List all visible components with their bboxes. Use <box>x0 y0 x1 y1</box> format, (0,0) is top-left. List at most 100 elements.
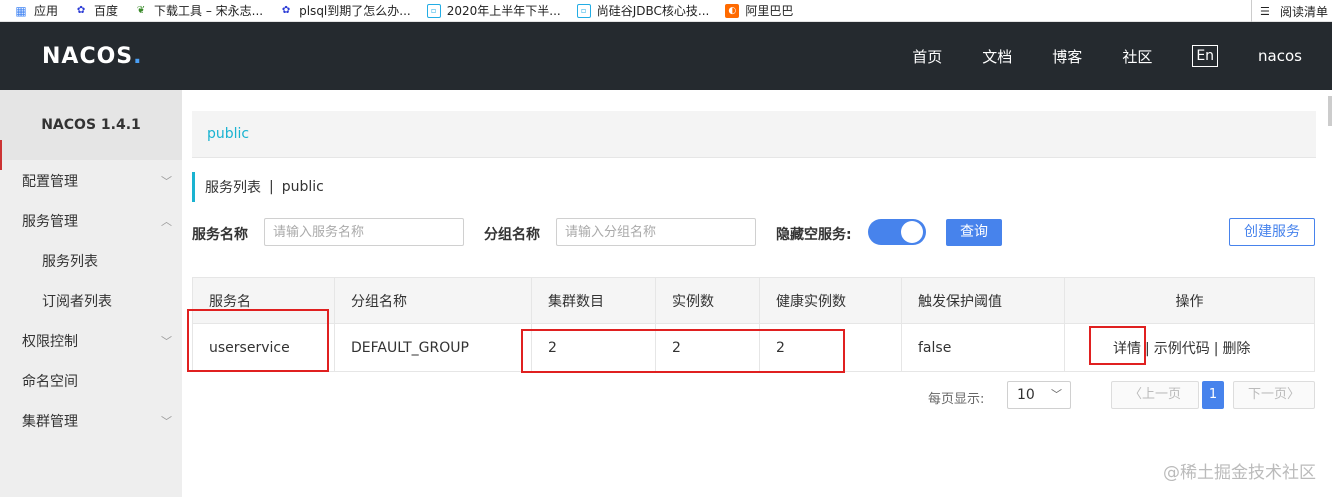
chevron-right-icon: 〉 <box>1287 387 1301 402</box>
reading-list[interactable]: ☰ 阅读清单 <box>1250 0 1328 22</box>
page-size-value: 10 <box>1017 387 1035 403</box>
query-button[interactable]: 查询 <box>946 219 1002 246</box>
main-content: public 服务列表 | public 服务名称 分组名称 隐藏空服务: 查询… <box>192 90 1316 497</box>
bookmark-jdbc[interactable]: ▫ 尚硅谷JDBC核心技... <box>576 2 710 19</box>
create-service-button[interactable]: 创建服务 <box>1229 218 1315 246</box>
hide-empty-label: 隐藏空服务: <box>776 227 852 243</box>
next-page-button[interactable]: 下一页〉 <box>1233 381 1315 409</box>
sidebar-item-label: 配置管理 <box>22 174 78 190</box>
cell-protect-threshold: false <box>901 323 1065 372</box>
sidebar-item-service[interactable]: 服务管理 ︿ <box>0 202 182 242</box>
sidebar-item-label: 服务管理 <box>22 214 78 230</box>
sidebar-item-auth[interactable]: 权限控制 ﹀ <box>0 322 182 362</box>
table-header-row: 服务名 分组名称 集群数目 实例数 健康实例数 触发保护阈值 操作 <box>192 277 1315 324</box>
next-page-label: 下一页 <box>1247 387 1287 402</box>
reading-list-label: 阅读清单 <box>1279 4 1328 19</box>
highlight-box-counts <box>521 329 845 373</box>
bookmark-label: 阿里巴巴 <box>745 4 794 18</box>
service-name-input[interactable] <box>264 218 464 246</box>
sidebar-item-cluster[interactable]: 集群管理 ﹀ <box>0 402 182 442</box>
namespace-link[interactable]: public <box>207 126 249 142</box>
bookmark-label: 百度 <box>94 4 119 18</box>
sample-code-link[interactable]: 示例代码 <box>1154 341 1210 357</box>
col-healthy-count: 健康实例数 <box>759 277 902 324</box>
namespace-bar: public <box>192 111 1316 158</box>
group-name-input[interactable] <box>556 218 756 246</box>
bookmark-apps-label: 应用 <box>34 4 59 18</box>
page-title-text: 服务列表 <box>205 180 261 196</box>
nacos-logo[interactable]: NACOS. <box>42 44 143 69</box>
baidu-paw-icon: ✿ <box>281 5 291 16</box>
sidebar-item-service-list[interactable]: 服务列表 <box>0 242 182 282</box>
top-nav: 首页 文档 博客 社区 En nacos <box>872 22 1302 90</box>
bookmark-apps[interactable]: ▦ 应用 <box>14 2 58 19</box>
bookmark-label: plsql到期了怎么办... <box>299 4 411 18</box>
prev-page-button[interactable]: 〈上一页 <box>1111 381 1199 409</box>
page-title-sep: | <box>269 179 274 195</box>
language-switch[interactable]: En <box>1192 45 1219 67</box>
scrollbar[interactable] <box>1328 96 1332 126</box>
logo-text: NACOS <box>42 44 134 69</box>
left-edge-marker <box>0 140 2 170</box>
sidebar-title: NACOS 1.4.1 <box>0 90 182 160</box>
bookmark-label: 尚硅谷JDBC核心技... <box>596 4 710 18</box>
hide-empty-toggle[interactable] <box>868 219 926 245</box>
top-header: NACOS. 首页 文档 博客 社区 En nacos <box>0 22 1332 90</box>
sidebar-item-namespace[interactable]: 命名空间 <box>0 362 182 402</box>
sidebar-item-subscribers[interactable]: 订阅者列表 <box>0 282 182 322</box>
chevron-down-icon: ﹀ <box>161 335 172 348</box>
nav-blog[interactable]: 博客 <box>1052 46 1082 67</box>
nav-community[interactable]: 社区 <box>1122 46 1152 67</box>
chevron-down-icon: ﹀ <box>1051 388 1062 401</box>
group-name-label: 分组名称 <box>484 227 540 243</box>
baidu-paw-icon: ✿ <box>76 5 86 16</box>
bookmark-plsql[interactable]: ✿ plsql到期了怎么办... <box>279 2 411 19</box>
bilibili-icon: ▫ <box>426 3 441 18</box>
logo-dot: . <box>133 44 143 69</box>
bilibili-icon: ▫ <box>576 3 591 18</box>
sidebar: NACOS 1.4.1 配置管理 ﹀ 服务管理 ︿ 服务列表 订阅者列表 权限控… <box>0 90 182 497</box>
chevron-left-icon: 〈 <box>1128 387 1142 402</box>
page-title: 服务列表 | public <box>192 172 324 202</box>
nav-docs[interactable]: 文档 <box>982 46 1012 67</box>
bookmark-alibaba[interactable]: ◐ 阿里巴巴 <box>725 2 793 19</box>
bookmark-2020[interactable]: ▫ 2020年上半年下半... <box>426 2 561 19</box>
chevron-up-icon: ︿ <box>161 215 172 228</box>
bookmark-baidu[interactable]: ✿ 百度 <box>74 2 118 19</box>
bookmark-label: 2020年上半年下半... <box>446 4 561 18</box>
toggle-knob <box>901 221 923 243</box>
user-name[interactable]: nacos <box>1258 47 1302 65</box>
sidebar-item-config[interactable]: 配置管理 ﹀ <box>0 162 182 202</box>
pagination: 每页显示: 10 ﹀ 〈上一页 1 下一页〉 <box>192 381 1316 411</box>
col-instance-count: 实例数 <box>655 277 760 324</box>
delete-link[interactable]: 删除 <box>1222 341 1250 357</box>
service-name-label: 服务名称 <box>192 227 248 243</box>
chevron-down-icon: ﹀ <box>161 175 172 188</box>
apps-grid-icon: ▦ <box>15 3 27 18</box>
watermark: @稀土掘金技术社区 <box>1163 463 1316 483</box>
nav-home[interactable]: 首页 <box>912 46 942 67</box>
col-operations: 操作 <box>1064 277 1315 324</box>
leaf-icon: ❦ <box>136 5 146 16</box>
bookmarks-bar: ▦ 应用 ✿ 百度 ❦ 下载工具 – 宋永志... ✿ plsql到期了怎么办.… <box>0 0 1332 22</box>
sidebar-item-label: 命名空间 <box>22 374 78 390</box>
col-protect-threshold: 触发保护阈值 <box>901 277 1065 324</box>
reading-list-icon: ☰ <box>1259 4 1270 18</box>
alibaba-icon: ◐ <box>725 3 740 18</box>
highlight-box-service-name <box>187 309 329 372</box>
chevron-down-icon: ﹀ <box>161 415 172 428</box>
sidebar-item-label: 权限控制 <box>22 334 78 350</box>
cell-group-name: DEFAULT_GROUP <box>334 323 532 372</box>
sidebar-item-label: 服务列表 <box>42 254 98 270</box>
bookmark-download-tool[interactable]: ❦ 下载工具 – 宋永志... <box>134 2 263 19</box>
sidebar-item-label: 订阅者列表 <box>42 294 112 310</box>
page-size-select[interactable]: 10 ﹀ <box>1007 381 1071 409</box>
col-group-name: 分组名称 <box>334 277 532 324</box>
bookmark-label: 下载工具 – 宋永志... <box>154 4 264 18</box>
prev-page-label: 上一页 <box>1142 387 1182 402</box>
ops-separator: | <box>1213 340 1219 357</box>
filter-bar: 服务名称 分组名称 隐藏空服务: 查询 创建服务 <box>192 218 1316 248</box>
page-size-label: 每页显示: <box>928 392 985 407</box>
page-number-current[interactable]: 1 <box>1202 381 1224 409</box>
highlight-box-detail <box>1089 326 1146 365</box>
